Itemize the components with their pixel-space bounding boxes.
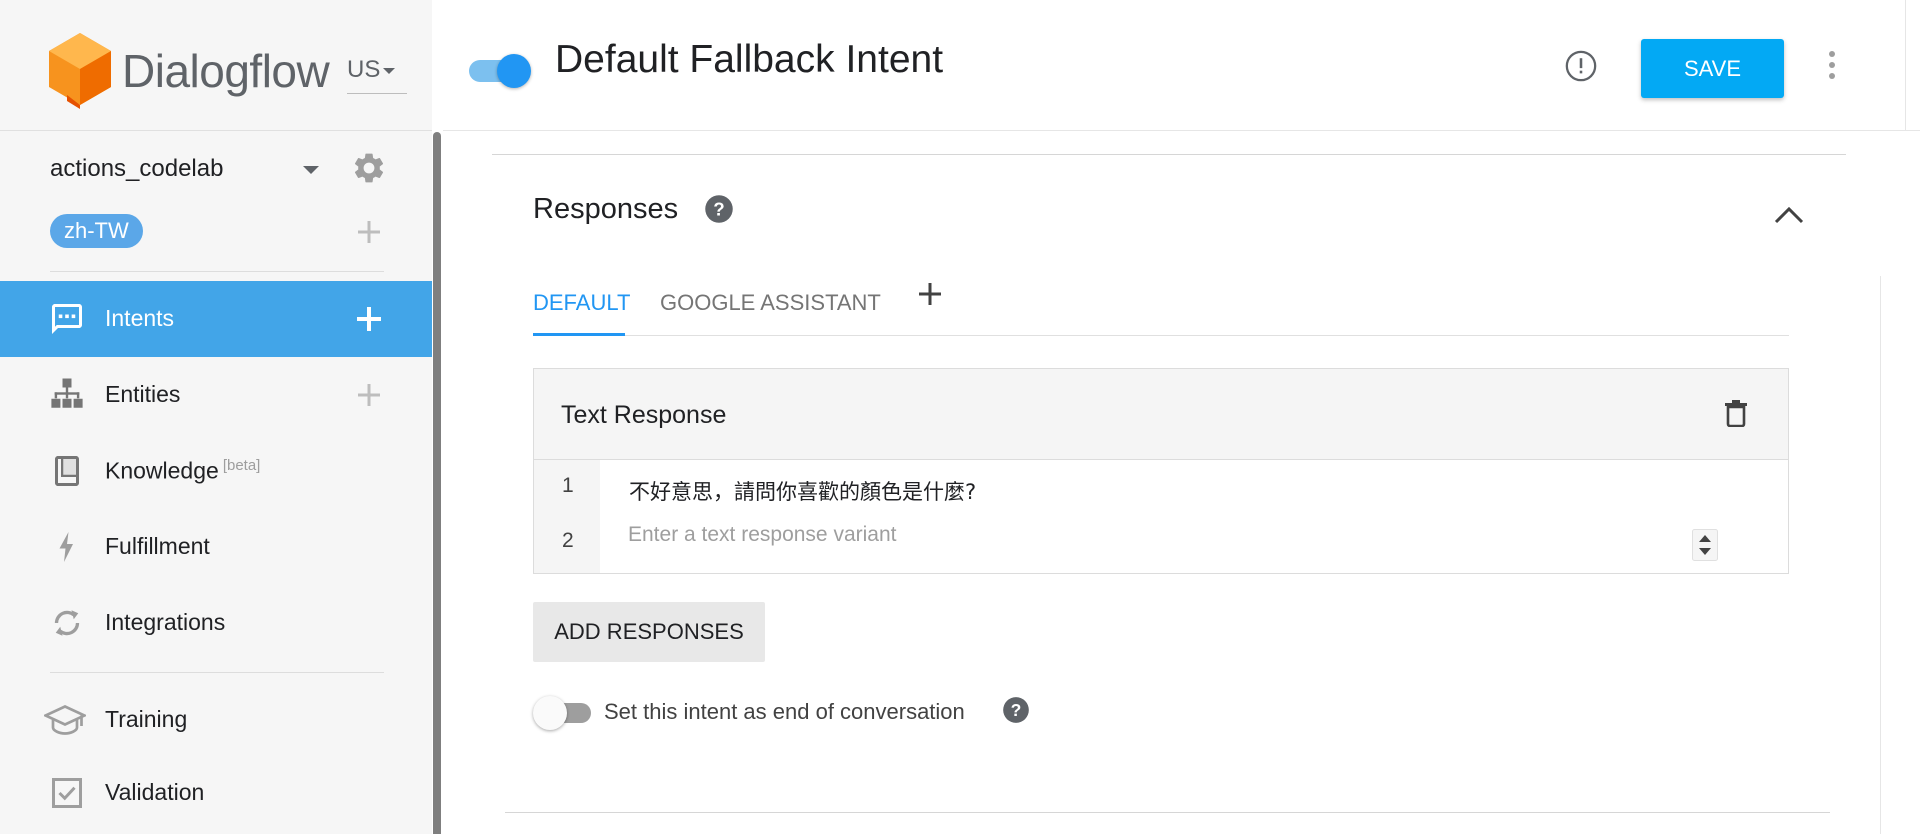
alert-circle-icon[interactable] xyxy=(1564,49,1598,83)
add-platform-icon[interactable] xyxy=(918,282,942,306)
sidebar-scrollbar[interactable] xyxy=(433,132,441,834)
save-button[interactable]: SAVE xyxy=(1641,39,1784,98)
integrations-icon xyxy=(49,605,85,641)
agent-name[interactable]: actions_codelab xyxy=(50,155,223,183)
sidebar-item-integrations[interactable]: Integrations xyxy=(0,585,432,661)
toggle-thumb xyxy=(533,696,567,730)
intent-title[interactable]: Default Fallback Intent xyxy=(555,38,943,82)
sidebar-item-label: Intents xyxy=(105,305,175,331)
region-selector[interactable]: US xyxy=(347,50,407,94)
chevron-up-icon[interactable] xyxy=(1774,206,1804,224)
sidebar: Dialogflow US actions_codelab zh-TW Inte… xyxy=(0,0,432,834)
sidebar-item-label: Knowledge [beta] xyxy=(105,457,260,485)
sidebar-item-label: Validation xyxy=(105,779,205,805)
gear-icon[interactable] xyxy=(351,150,387,186)
text-response-card: Text Response 1 不好意思，請問你喜歡的顏色是什麼? 2 xyxy=(533,368,1789,574)
section-divider xyxy=(492,154,1846,155)
header-divider xyxy=(1905,0,1906,131)
responses-title: Responses xyxy=(533,193,679,225)
region-label: US xyxy=(347,56,381,83)
toggle-thumb xyxy=(497,54,531,88)
sidebar-item-knowledge[interactable]: Knowledge [beta] xyxy=(0,433,432,509)
sidebar-item-training[interactable]: Training xyxy=(0,682,432,758)
entities-icon xyxy=(49,377,85,413)
end-conversation-label: Set this intent as end of conversation xyxy=(604,699,965,724)
svg-text:?: ? xyxy=(713,198,724,219)
text-response-title: Text Response xyxy=(561,401,727,429)
sidebar-item-fulfillment[interactable]: Fulfillment xyxy=(0,509,432,585)
chevron-down-icon xyxy=(383,67,396,74)
dialogflow-logo-icon xyxy=(49,33,111,109)
brand-bar: Dialogflow US xyxy=(0,0,432,131)
tab-default[interactable]: DEFAULT xyxy=(533,290,630,316)
sidebar-item-label: Training xyxy=(105,706,188,732)
sidebar-item-label: Integrations xyxy=(105,609,226,635)
add-intent-icon[interactable] xyxy=(356,306,382,332)
svg-text:?: ? xyxy=(1011,700,1022,720)
agent-dropdown-icon[interactable] xyxy=(303,166,319,174)
knowledge-icon xyxy=(49,453,85,489)
intents-icon xyxy=(49,301,85,337)
fulfillment-icon xyxy=(49,529,85,565)
more-vert-icon[interactable] xyxy=(1827,50,1837,80)
logo-text: Dialogflow xyxy=(122,45,330,97)
add-language-icon[interactable] xyxy=(356,219,382,245)
resize-stepper-icon[interactable] xyxy=(1692,529,1718,561)
sidebar-item-entities[interactable]: Entities xyxy=(0,357,432,433)
trash-icon[interactable] xyxy=(1724,399,1748,427)
tab-google-assistant[interactable]: GOOGLE ASSISTANT xyxy=(660,290,881,316)
sidebar-divider xyxy=(50,271,384,272)
sidebar-item-label: Entities xyxy=(105,381,181,407)
beta-badge: [beta] xyxy=(222,457,261,474)
section-divider xyxy=(505,812,1830,813)
training-icon xyxy=(44,702,86,738)
response-tabs: DEFAULT GOOGLE ASSISTANT xyxy=(533,282,1789,336)
add-responses-button[interactable]: ADD RESPONSES xyxy=(533,602,765,662)
text-response-header: Text Response xyxy=(534,369,1788,460)
sidebar-divider xyxy=(50,672,384,673)
row-number: 1 xyxy=(562,474,574,497)
response-variant-text[interactable]: 不好意思，請問你喜歡的顏色是什麼? xyxy=(629,476,976,506)
sidebar-item-validation[interactable]: Validation xyxy=(0,755,432,831)
sidebar-item-intents[interactable]: Intents xyxy=(0,281,432,357)
end-conversation-toggle[interactable] xyxy=(533,694,593,730)
language-chip[interactable]: zh-TW xyxy=(50,214,143,248)
knowledge-label: Knowledge xyxy=(105,457,219,484)
help-icon[interactable]: ? xyxy=(1002,696,1030,724)
add-entity-icon[interactable] xyxy=(356,382,382,408)
intent-enabled-toggle[interactable] xyxy=(469,51,531,88)
validation-icon xyxy=(49,775,85,811)
response-variant-input[interactable] xyxy=(628,519,1678,551)
help-icon[interactable]: ? xyxy=(704,194,734,224)
active-tab-indicator xyxy=(533,333,625,336)
content-border xyxy=(1880,276,1881,834)
sidebar-item-label: Fulfillment xyxy=(105,533,210,559)
row-number: 2 xyxy=(562,529,574,552)
